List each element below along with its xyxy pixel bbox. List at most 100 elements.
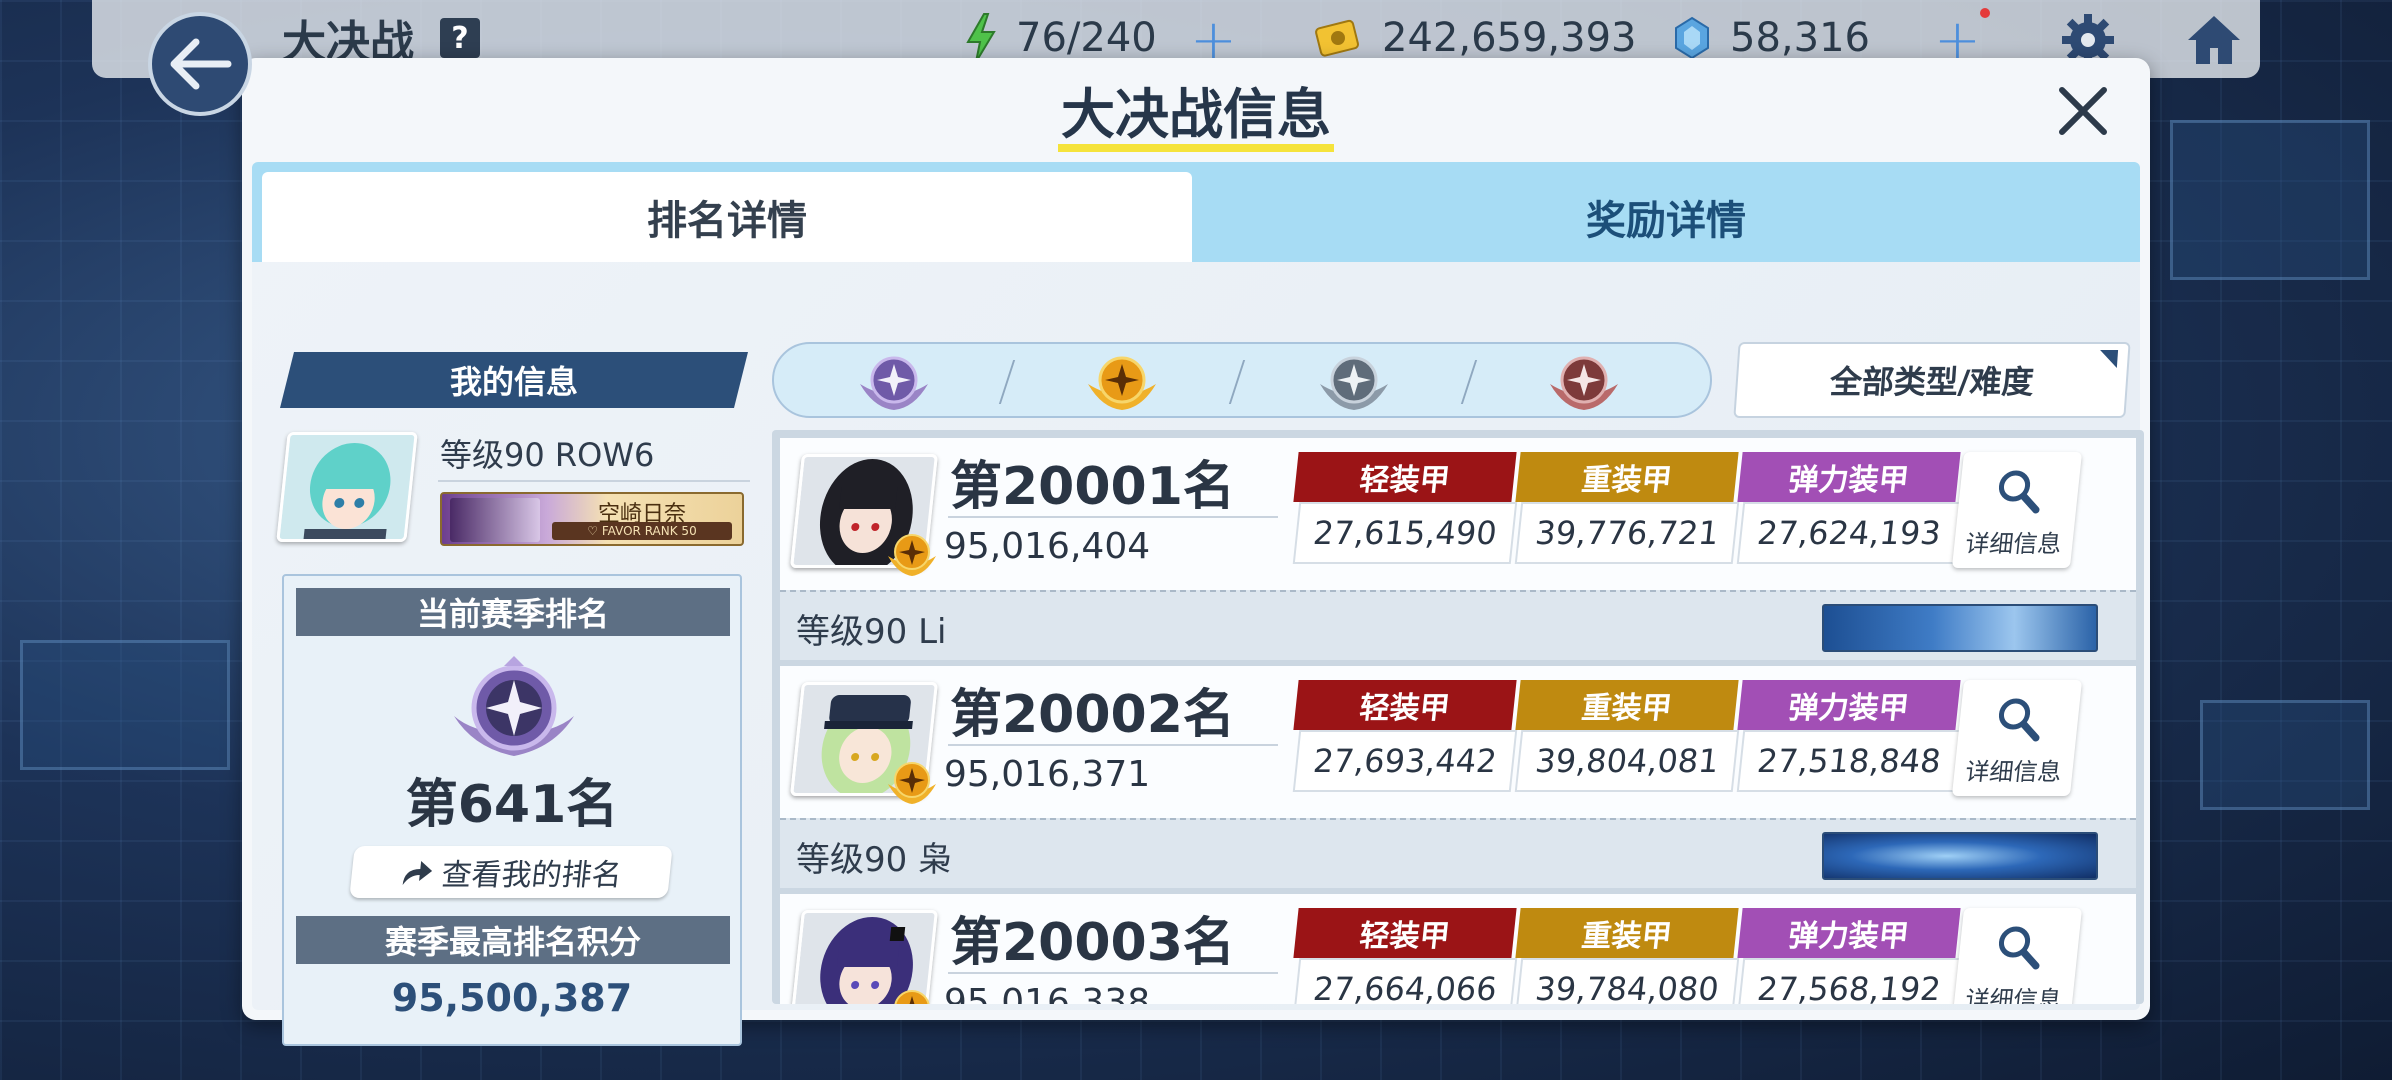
- light-armor-label: 轻装甲: [1293, 908, 1517, 958]
- best-score-label: 赛季最高排名积分: [296, 916, 730, 964]
- filter-divider: [998, 360, 1016, 404]
- background-monitor: [2200, 700, 2370, 810]
- detail-button[interactable]: 详细信息: [1951, 680, 2083, 796]
- detail-label: 详细信息: [1963, 758, 2063, 786]
- search-icon: [1998, 698, 2040, 742]
- entry-score: 95,016,371: [944, 754, 1151, 795]
- filter-divider: [1460, 360, 1478, 404]
- search-icon: [1998, 926, 2040, 970]
- dialog-title: 大决战信息: [1061, 83, 1331, 146]
- heavy-armor-label: 重装甲: [1515, 680, 1739, 730]
- heavy-armor-value: 39,776,721: [1514, 502, 1740, 564]
- ranking-list[interactable]: 第20001名 95,016,404 轻装甲 27,615,490 重装甲 39…: [772, 430, 2144, 1004]
- entry-summary: 第20001名 95,016,404 轻装甲 27,615,490 重装甲 39…: [780, 438, 2136, 590]
- avatar[interactable]: [276, 432, 418, 542]
- entry-player-level: 等级90 枭: [796, 840, 953, 880]
- elastic-armor-label: 弹力装甲: [1737, 680, 1961, 730]
- view-my-rank-button[interactable]: 查看我的排名: [349, 846, 673, 898]
- home-icon[interactable]: [2184, 10, 2244, 70]
- favor-badge: 空崎日奈 ♡ FAVOR RANK 50: [440, 492, 744, 546]
- bronze-tier-icon[interactable]: [1544, 350, 1624, 412]
- elastic-armor-value: 27,568,192: [1736, 958, 1962, 1004]
- ranking-entry: 第20002名 95,016,371 轻装甲 27,693,442 重装甲 39…: [780, 666, 2136, 892]
- notification-dot: [1980, 8, 1990, 18]
- elastic-armor-value: 27,518,848: [1736, 730, 1962, 792]
- entry-score: 95,016,404: [944, 526, 1151, 567]
- gold-tier-icon[interactable]: [1082, 350, 1162, 412]
- light-armor-score: 轻装甲 27,664,066: [1292, 908, 1518, 1004]
- difficulty-dropdown[interactable]: 全部类型/难度: [1733, 342, 2131, 418]
- heavy-armor-score: 重装甲 39,776,721: [1514, 452, 1740, 570]
- detail-button[interactable]: 详细信息: [1951, 908, 2083, 1004]
- gold-tier-icon: [894, 990, 930, 1004]
- divider: [948, 516, 1278, 518]
- my-level: 等级90 ROW6: [440, 436, 655, 474]
- view-my-rank-label: 查看我的排名: [439, 858, 624, 893]
- entry-player-row: 等级90 枭: [780, 818, 2136, 888]
- detail-button[interactable]: 详细信息: [1951, 452, 2083, 568]
- dialog-body: 排名详情 奖励详情 我的信息 等级90 ROW6 空崎日奈 ♡ FAVOR RA…: [252, 162, 2144, 1046]
- background-monitor: [20, 640, 230, 770]
- current-rank-panel: 当前赛季排名 第641名 查看我的排名 赛季最高排名积分 95,500,387: [282, 574, 742, 1046]
- back-button[interactable]: [148, 12, 252, 116]
- light-armor-value: 27,615,490: [1292, 502, 1518, 564]
- heavy-armor-score: 重装甲 39,784,080: [1514, 908, 1740, 1004]
- close-icon[interactable]: [2052, 80, 2114, 142]
- student-portrait: [278, 435, 418, 542]
- light-armor-label: 轻装甲: [1293, 680, 1517, 730]
- heavy-armor-value: 39,784,080: [1514, 958, 1740, 1004]
- favor-student-portrait: [450, 498, 540, 542]
- detail-label: 详细信息: [1963, 530, 2063, 558]
- elastic-armor-score: 弹力装甲 27,568,192: [1736, 908, 1962, 1004]
- entry-player-row: 等级90 Li: [780, 590, 2136, 660]
- dropdown-corner-icon: [2098, 350, 2119, 368]
- raid-info-dialog: 大决战信息 排名详情 奖励详情 我的信息 等级90 ROW6 空崎日奈 ♡ FA…: [242, 58, 2150, 1046]
- divider: [948, 972, 1278, 974]
- elastic-armor-label: 弹力装甲: [1737, 908, 1961, 958]
- elastic-armor-value: 27,624,193: [1736, 502, 1962, 564]
- light-armor-label: 轻装甲: [1293, 452, 1517, 502]
- gold-tier-icon: [888, 534, 936, 576]
- entry-rank: 第20003名: [950, 913, 1235, 973]
- ranking-entry: 第20003名 95,016,338 轻装甲 27,664,066 重装甲 39…: [780, 894, 2136, 1004]
- tab-reward-details[interactable]: 奖励详情: [1192, 172, 2140, 262]
- elastic-armor-score: 弹力装甲 27,624,193: [1736, 452, 1962, 570]
- entry-rank: 第20002名: [950, 685, 1235, 745]
- light-armor-value: 27,693,442: [1292, 730, 1518, 792]
- heavy-armor-label: 重装甲: [1515, 452, 1739, 502]
- help-icon[interactable]: ?: [440, 18, 480, 58]
- platinum-tier-icon: [454, 656, 574, 756]
- entry-summary: 第20003名 95,016,338 轻装甲 27,664,066 重装甲 39…: [780, 894, 2136, 1004]
- divider: [438, 480, 750, 482]
- heavy-armor-value: 39,804,081: [1514, 730, 1740, 792]
- detail-label: 详细信息: [1963, 986, 2063, 1004]
- tab-ranking-details[interactable]: 排名详情: [262, 172, 1192, 262]
- player-banner: [1822, 832, 2098, 880]
- difficulty-dropdown-label: 全部类型/难度: [1828, 363, 2036, 401]
- divider: [948, 744, 1278, 746]
- tier-filter-bar: [772, 342, 1712, 418]
- entry-score: 95,016,338: [944, 982, 1151, 1004]
- heavy-armor-label: 重装甲: [1515, 908, 1739, 958]
- redirect-arrow-icon: [402, 861, 433, 885]
- title-underline: [1058, 144, 1334, 152]
- silver-tier-icon[interactable]: [1314, 350, 1394, 412]
- my-info-header: 我的信息: [280, 352, 748, 408]
- best-score-value: 95,500,387: [391, 976, 633, 1020]
- light-armor-value: 27,664,066: [1292, 958, 1518, 1004]
- filter-divider: [1228, 360, 1246, 404]
- entry-player-level: 等级90 Li: [796, 612, 947, 652]
- tab-bar: 排名详情 奖励详情: [252, 162, 2140, 262]
- ranking-entry: 第20001名 95,016,404 轻装甲 27,615,490 重装甲 39…: [780, 438, 2136, 664]
- search-icon: [1998, 470, 2040, 514]
- platinum-tier-icon[interactable]: [854, 350, 934, 412]
- elastic-armor-score: 弹力装甲 27,518,848: [1736, 680, 1962, 798]
- entry-rank: 第20001名: [950, 457, 1235, 517]
- heavy-armor-score: 重装甲 39,804,081: [1514, 680, 1740, 798]
- back-arrow-icon: [170, 38, 232, 90]
- elastic-armor-label: 弹力装甲: [1737, 452, 1961, 502]
- gold-tier-icon: [888, 762, 936, 804]
- light-armor-score: 轻装甲 27,615,490: [1292, 452, 1518, 570]
- favor-rank: ♡ FAVOR RANK 50: [552, 522, 732, 540]
- light-armor-score: 轻装甲 27,693,442: [1292, 680, 1518, 798]
